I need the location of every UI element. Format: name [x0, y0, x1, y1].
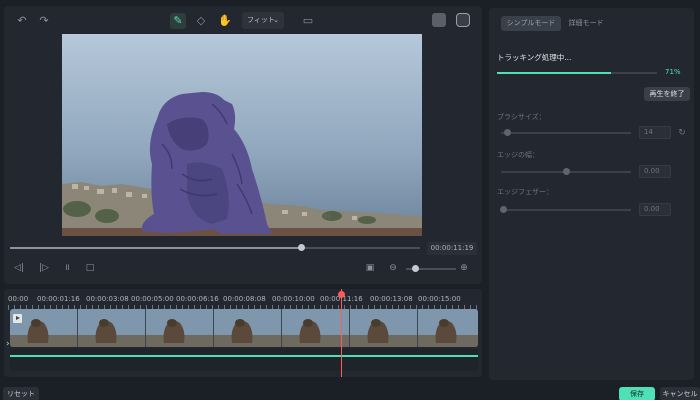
edge-feather-handle[interactable] — [500, 206, 507, 213]
mask-view-icon[interactable] — [432, 13, 446, 27]
zoom-slider[interactable] — [406, 265, 456, 272]
hand-icon[interactable]: ✋ — [217, 13, 233, 29]
brush-size-field[interactable]: 14 — [639, 126, 671, 139]
ruler-label: 00:00:13:08 — [370, 295, 413, 303]
compare-view-icon[interactable] — [456, 13, 470, 27]
seek-bar[interactable] — [10, 244, 420, 251]
cancel-button[interactable]: キャンセル — [660, 387, 700, 400]
video-preview[interactable] — [62, 34, 422, 236]
edge-thickness-label: エッジの幅： — [497, 151, 539, 159]
chevron-right-icon[interactable]: › — [6, 339, 10, 349]
timeline-thumbnail — [282, 309, 349, 347]
ruler-label: 00:00 — [8, 295, 29, 303]
eraser-icon[interactable]: ◇ — [193, 13, 209, 29]
current-timecode: 00:00:11:19 — [427, 242, 477, 255]
tab-advanced-mode[interactable]: 詳細モード — [565, 16, 607, 31]
timeline-thumbnail — [78, 309, 145, 347]
chevron-down-icon: ⌄ — [273, 16, 279, 24]
edge-thickness-slider[interactable] — [501, 168, 631, 175]
playhead[interactable] — [341, 289, 342, 377]
save-button[interactable]: 保存 — [619, 387, 655, 400]
track-thumbnails — [10, 309, 478, 347]
magic-brush-icon[interactable]: ✎ — [170, 13, 186, 29]
ruler-label: 00:00:10:00 — [272, 295, 315, 303]
reset-icon[interactable]: ↻ — [677, 128, 687, 138]
ruler-label: 00:00:06:16 — [176, 295, 219, 303]
video-track[interactable] — [10, 309, 478, 347]
timeline-thumbnail — [418, 309, 478, 347]
ruler-label: 00:00:05:00 — [131, 295, 174, 303]
tracking-progress-fill — [497, 72, 611, 74]
fit-select-label: フィット — [247, 16, 275, 24]
timeline-thumbnail — [146, 309, 213, 347]
timeline[interactable]: 00:00 00:00:01:16 00:00:03:08 00:00:05:00 00… — [4, 289, 482, 377]
reset-button[interactable]: リセット — [3, 387, 39, 400]
preview-panel: ↶ ↷ ✎ ◇ ✋ フィット ⌄ ▭ 00:00:11:19 ◁| |▷ ॥ □… — [4, 6, 482, 284]
stop-playback-button[interactable]: 再生を終了 — [644, 87, 690, 101]
edge-thickness-handle[interactable] — [563, 168, 570, 175]
ruler-label: 00:00:03:08 — [86, 295, 129, 303]
edge-thickness-field[interactable]: 0.00 — [639, 165, 671, 178]
redo-icon[interactable]: ↷ — [36, 13, 52, 29]
edge-feather-field[interactable]: 0.00 — [639, 203, 671, 216]
ruler-label: 00:00:01:16 — [37, 295, 80, 303]
preview-toolbar: ↶ ↷ ✎ ◇ ✋ フィット ⌄ ▭ — [4, 6, 482, 36]
playhead-handle[interactable] — [338, 291, 345, 298]
tracking-status: トラッキング処理中... — [497, 53, 572, 62]
timeline-thumbnail — [214, 309, 281, 347]
settings-panel: シンプルモード 詳細モード トラッキング処理中... 71% 再生を終了 ブラシ… — [489, 8, 694, 380]
undo-icon[interactable]: ↶ — [14, 13, 30, 29]
edge-feather-label: エッジフェザー： — [497, 188, 553, 196]
brush-size-label: ブラシサイズ： — [497, 113, 546, 121]
ruler-label: 00:00:15:00 — [418, 295, 461, 303]
comment-icon[interactable]: ▭ — [300, 13, 316, 29]
edge-feather-slider[interactable] — [500, 206, 631, 213]
timeline-thumbnail — [350, 309, 417, 347]
pause-icon[interactable]: ॥ — [61, 262, 73, 274]
ruler-label: 00:00:08:08 — [223, 295, 266, 303]
fit-select[interactable]: フィット ⌄ — [242, 12, 284, 29]
video-frame — [62, 34, 422, 236]
app-window: ↶ ↷ ✎ ◇ ✋ フィット ⌄ ▭ 00:00:11:19 ◁| |▷ ॥ □… — [0, 0, 700, 400]
screenshot-icon[interactable]: ▣ — [364, 262, 376, 274]
prev-frame-icon[interactable]: ◁| — [13, 262, 25, 274]
next-frame-icon[interactable]: |▷ — [38, 262, 50, 274]
zoom-handle[interactable] — [412, 265, 419, 272]
seek-handle[interactable] — [298, 244, 306, 251]
mask-track — [10, 349, 478, 371]
tab-simple-mode[interactable]: シンプルモード — [501, 16, 561, 31]
tracking-percent: 71% — [665, 68, 681, 76]
zoom-out-icon[interactable]: ⊖ — [387, 262, 399, 274]
zoom-in-icon[interactable]: ⊕ — [458, 262, 470, 274]
clip-flag-icon — [13, 314, 22, 323]
stop-icon[interactable]: □ — [84, 262, 96, 274]
tracking-progress — [497, 72, 657, 74]
brush-size-handle[interactable] — [504, 129, 511, 136]
seek-fill — [10, 247, 302, 249]
tracking-line — [10, 355, 478, 357]
brush-size-slider[interactable] — [501, 129, 631, 136]
